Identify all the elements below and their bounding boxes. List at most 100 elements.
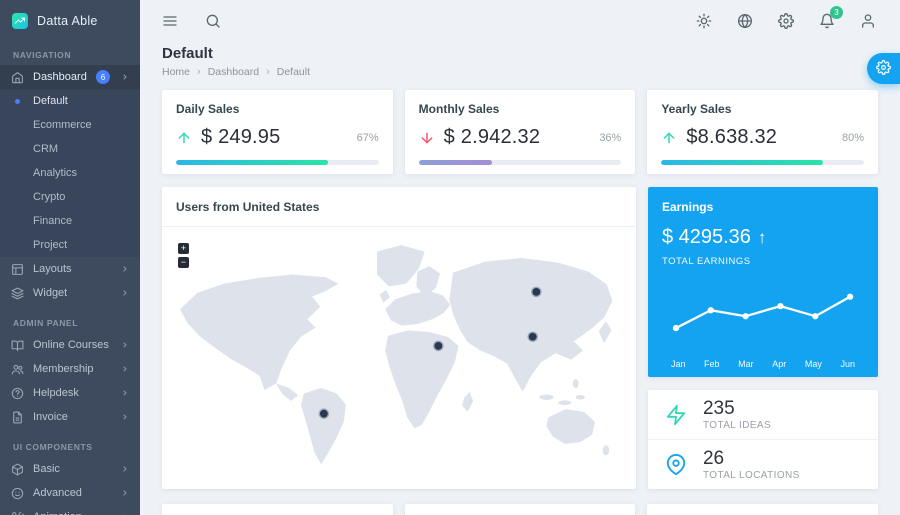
- sidebar-item-membership[interactable]: Membership: [0, 357, 140, 381]
- chevron-right-icon: [121, 265, 129, 273]
- sidebar-item-animation[interactable]: Animation: [0, 505, 140, 515]
- map-zoom-out-button[interactable]: −: [178, 257, 189, 268]
- sidebar-item-ecommerce[interactable]: Ecommerce: [0, 113, 140, 137]
- gear-icon: [876, 60, 891, 78]
- x-tick: Mar: [738, 359, 754, 369]
- users-icon: [11, 363, 24, 376]
- progress-fill: [661, 160, 824, 165]
- map-marker[interactable]: [318, 408, 330, 419]
- sidebar-item-helpdesk[interactable]: Helpdesk: [0, 381, 140, 405]
- daily-sales-card: Daily Sales $ 249.95 67%: [162, 90, 393, 174]
- progress-track: [661, 160, 865, 165]
- sidebar-item-finance[interactable]: Finance: [0, 209, 140, 233]
- total-ideas-value: 235: [702, 398, 735, 420]
- settings-button[interactable]: [778, 13, 794, 32]
- progress-fill: [418, 160, 492, 165]
- sun-icon: [696, 13, 712, 32]
- progress-fill: [176, 160, 328, 165]
- sidebar-item-invoice[interactable]: Invoice: [0, 405, 140, 429]
- notifications-button[interactable]: 3: [819, 5, 843, 32]
- profile-button[interactable]: [860, 13, 876, 32]
- map-marker[interactable]: [531, 286, 542, 298]
- sidebar-item-online-courses[interactable]: Online Courses: [0, 333, 140, 357]
- sidebar-item-project[interactable]: Project: [0, 233, 140, 257]
- smile-icon: [11, 487, 24, 500]
- map-land: [180, 245, 613, 465]
- stat-percent: 36%: [599, 131, 622, 144]
- earnings-title: Earnings: [661, 200, 714, 214]
- earnings-chart: [672, 293, 854, 332]
- sidebar-item-advanced[interactable]: Advanced: [0, 481, 140, 505]
- sidebar-item-crypto[interactable]: Crypto: [0, 185, 140, 209]
- breadcrumb-home[interactable]: Home: [162, 66, 190, 78]
- brand-logo-trending-up-icon: [12, 13, 28, 29]
- progress-track: [418, 160, 622, 165]
- layout-icon: [11, 263, 24, 276]
- x-tick: Jun: [840, 359, 855, 369]
- total-locations-label: TOTAL LOCATIONS: [702, 469, 800, 481]
- progress-track: [176, 160, 379, 165]
- page-title: Default: [162, 45, 213, 62]
- sidebar-item-basic[interactable]: Basic: [0, 457, 140, 481]
- x-tick: Apr: [772, 359, 787, 369]
- total-locations-value: 26: [702, 448, 725, 470]
- stat-amount: $8.638.32: [686, 126, 778, 148]
- dashboard-badge: 6: [96, 70, 110, 84]
- globe-icon: [737, 13, 753, 32]
- chart-line: [674, 295, 852, 330]
- language-button[interactable]: [737, 13, 753, 32]
- chart-x-axis: Jan Feb Mar Apr May Jun: [662, 359, 864, 369]
- stat-title: Yearly Sales: [661, 102, 732, 116]
- chart-point: [846, 293, 854, 300]
- nav-group-label: UI COMPONENTS: [13, 442, 93, 452]
- stat-percent: 67%: [356, 131, 379, 144]
- menu-icon: [162, 13, 178, 32]
- sidebar: Datta Able NAVIGATION Dashboard 6 Defaul…: [0, 0, 140, 515]
- sidebar-item-layouts[interactable]: Layouts: [0, 257, 140, 281]
- nav-group-label: ADMIN PANEL: [13, 318, 78, 328]
- partial-card: [647, 504, 879, 515]
- yearly-sales-card: Yearly Sales $8.638.32 80%: [647, 90, 879, 174]
- top-navbar: 3: [140, 0, 900, 44]
- sidebar-item-analytics[interactable]: Analytics: [0, 161, 140, 185]
- totals-card: 235 TOTAL IDEAS 26 TOTAL LOCATIONS: [647, 390, 878, 489]
- map-marker[interactable]: [433, 340, 444, 352]
- breadcrumb-separator: ›: [266, 66, 270, 78]
- sidebar-item-crm[interactable]: CRM: [0, 137, 140, 161]
- stat-amount: $ 2.942.32: [443, 126, 541, 148]
- user-icon: [860, 13, 876, 32]
- breadcrumb-dashboard[interactable]: Dashboard: [208, 66, 259, 78]
- chevron-right-icon: [121, 489, 129, 497]
- chevron-right-icon: [121, 289, 129, 297]
- search-button[interactable]: [205, 13, 221, 32]
- chevron-right-icon: [121, 413, 129, 421]
- brand[interactable]: Datta Able: [0, 0, 140, 42]
- earnings-amount: $ 4295.36: [661, 226, 751, 248]
- world-map[interactable]: [170, 231, 628, 481]
- sidebar-item-default[interactable]: Default: [0, 89, 140, 113]
- chart-point: [742, 313, 749, 320]
- layers-icon: [11, 287, 24, 300]
- search-icon: [205, 13, 221, 32]
- users-map-card: Users from United States + −: [162, 187, 636, 489]
- trend-up-icon: ↑: [757, 227, 767, 247]
- bottom-row: [162, 504, 879, 515]
- theme-brightness-button[interactable]: [696, 13, 712, 32]
- breadcrumb: Home › Dashboard › Default: [162, 66, 878, 78]
- sidebar-toggle-button[interactable]: [162, 13, 178, 32]
- config-panel-button[interactable]: [867, 53, 900, 84]
- chart-point: [777, 302, 784, 310]
- gear-icon: [778, 13, 794, 32]
- zap-icon: [665, 404, 687, 426]
- box-icon: [11, 463, 24, 476]
- chart-point: [812, 313, 819, 320]
- chevron-right-icon: [121, 389, 129, 397]
- sidebar-item-widget[interactable]: Widget: [0, 281, 140, 305]
- help-circle-icon: [11, 387, 24, 400]
- map-marker[interactable]: [527, 331, 538, 343]
- home-icon: [11, 71, 24, 84]
- stat-percent: 80%: [841, 131, 865, 144]
- total-ideas-row: 235 TOTAL IDEAS: [648, 390, 878, 439]
- sidebar-item-dashboard[interactable]: Dashboard 6: [0, 65, 140, 89]
- map-zoom-in-button[interactable]: +: [178, 243, 189, 254]
